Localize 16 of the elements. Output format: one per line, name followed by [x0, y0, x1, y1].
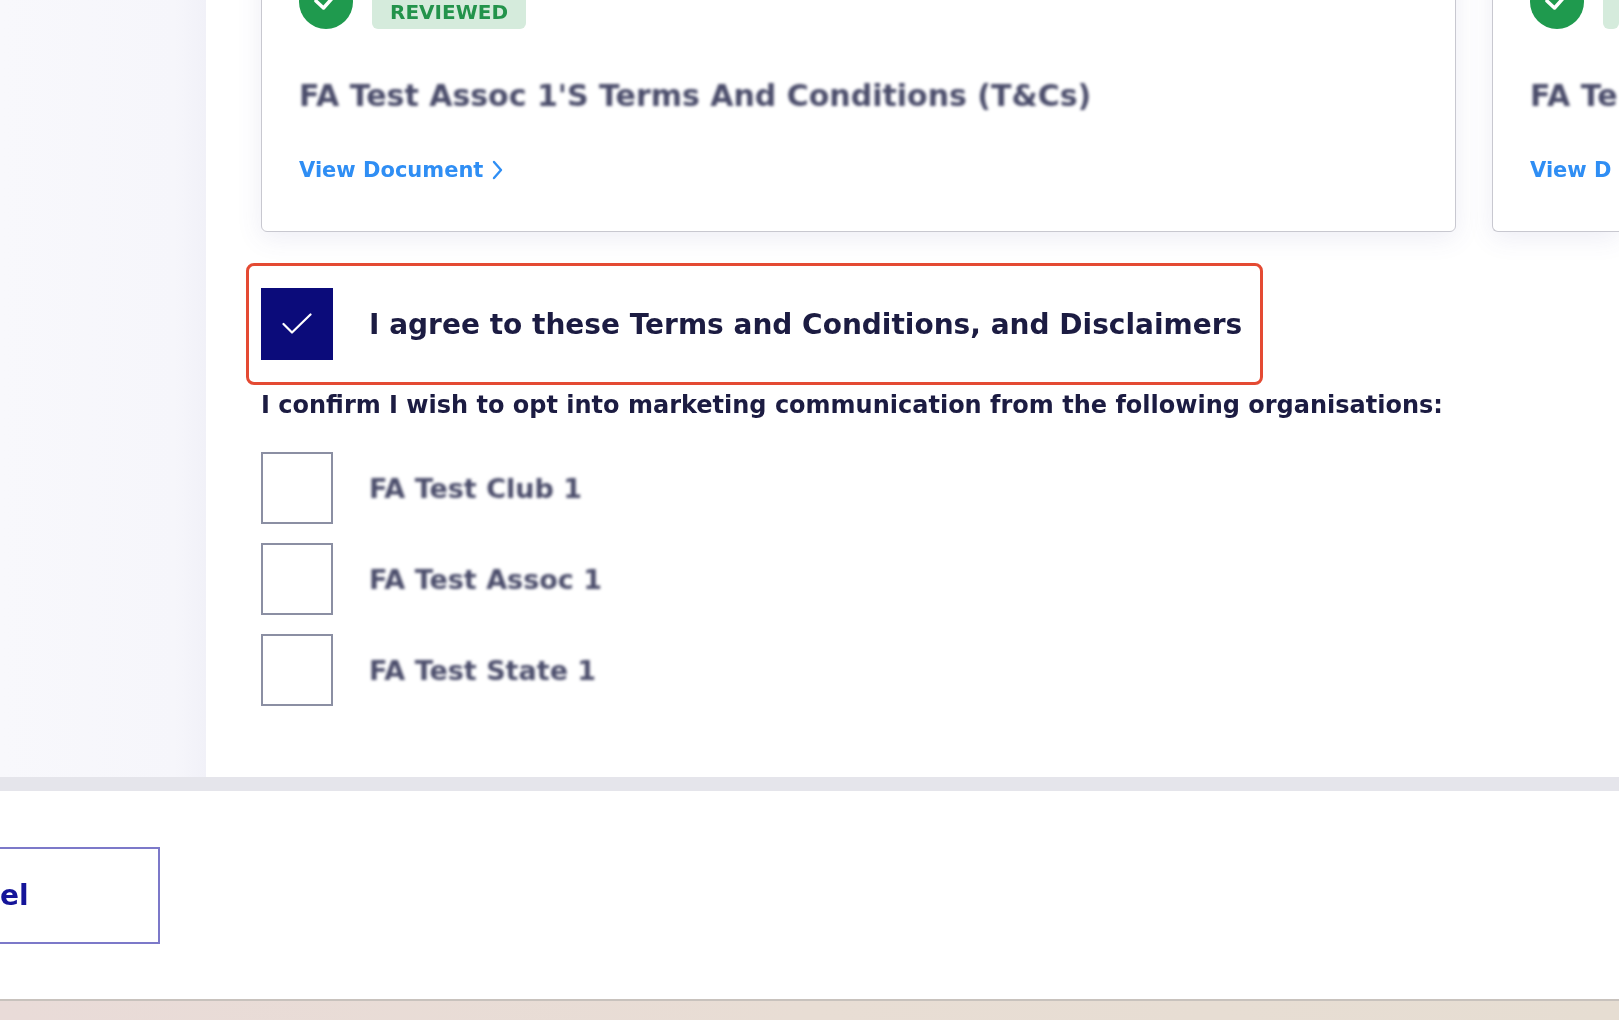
- checkbox[interactable]: [261, 452, 333, 524]
- document-title: FA Te: [1530, 77, 1618, 115]
- checkbox-label: I agree to these Terms and Conditions, and Disclaimers: [369, 307, 1243, 341]
- checkbox[interactable]: [261, 543, 333, 615]
- view-document-link[interactable]: View Document: [299, 156, 504, 184]
- document-title: FA Test Assoc 1'S Terms And Conditions (T&Cs): [299, 77, 1092, 115]
- checkbox[interactable]: [261, 634, 333, 706]
- checkbox-label: FA Test State 1: [369, 654, 597, 686]
- checkbox[interactable]: [261, 288, 333, 360]
- checkbox-label: FA Test Assoc 1: [369, 563, 602, 595]
- checkmark-icon: [282, 313, 312, 335]
- checkbox-label: FA Test Club 1: [369, 472, 582, 504]
- consent-prompt: I confirm I wish to opt into marketing communication from the following organisations:: [261, 390, 1443, 420]
- view-document-link[interactable]: View D: [1530, 156, 1612, 184]
- cancel-button[interactable]: el: [0, 847, 160, 944]
- status-badge: REVIEWED: [372, 0, 526, 29]
